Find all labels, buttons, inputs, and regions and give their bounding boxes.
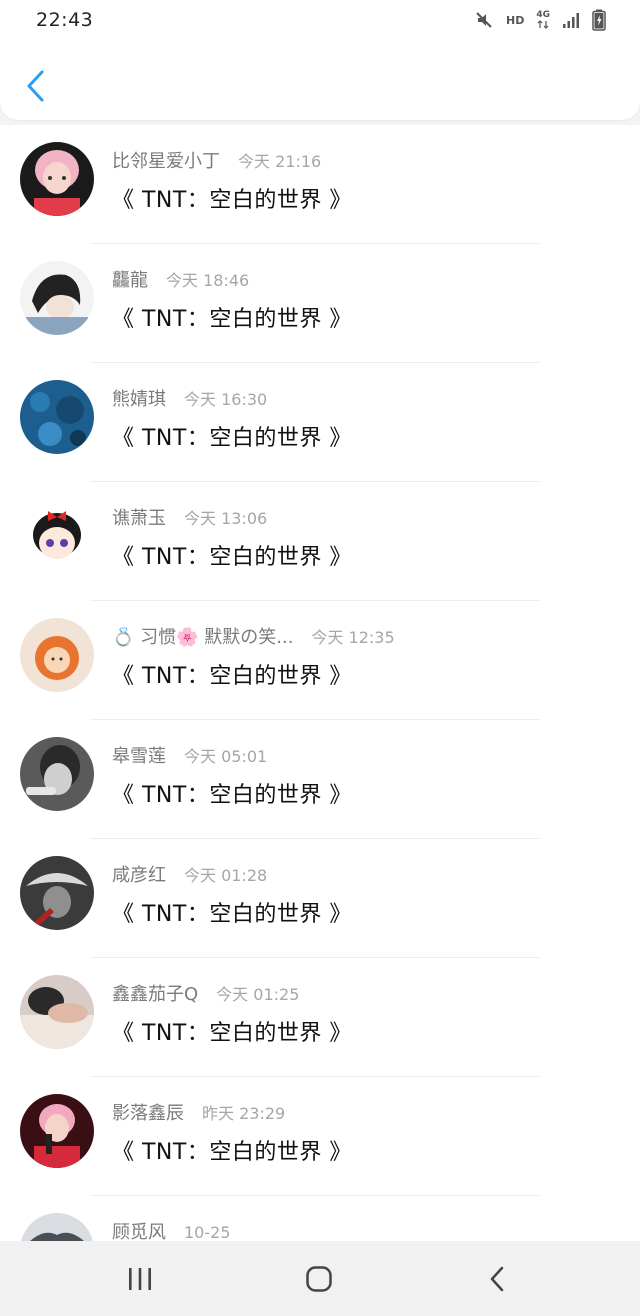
comment-title[interactable]: 《 TNT：空白的世界 》 [112, 1015, 352, 1047]
timestamp: 今天 18:46 [166, 271, 250, 290]
recent-apps-icon [129, 1268, 151, 1290]
recent-apps-button[interactable] [110, 1259, 170, 1299]
signal-icon [562, 11, 580, 29]
hd-label: HD [506, 13, 525, 27]
back-icon [490, 1266, 504, 1292]
timestamp: 今天 16:30 [184, 390, 268, 409]
header: 22:43 HD 4G [0, 0, 640, 120]
comment-title[interactable]: 《 TNT：空白的世界 》 [112, 539, 352, 571]
comment-meta: 谯萧玉 今天 13:06 [112, 504, 267, 532]
back-button[interactable] [20, 66, 50, 106]
list-item[interactable]: 顾觅风 10-25 [0, 1196, 640, 1241]
avatar[interactable] [20, 142, 94, 216]
timestamp: 今天 13:06 [184, 509, 268, 528]
comment-title[interactable]: 《 TNT：空白的世界 》 [112, 1134, 352, 1166]
avatar[interactable] [20, 1094, 94, 1168]
timestamp: 今天 01:28 [184, 866, 268, 885]
user-name[interactable]: 顾觅风 [112, 1218, 166, 1241]
comment-meta: 熊婧琪 今天 16:30 [112, 385, 267, 413]
comment-list[interactable]: 比邻星爱小丁 今天 21:16 《 TNT：空白的世界 》 龘龍 今天 18:4… [0, 125, 640, 1241]
timestamp: 今天 21:16 [238, 152, 322, 171]
user-name[interactable]: 鑫鑫茄子Q [112, 980, 198, 1006]
list-item[interactable]: 影落鑫辰 昨天 23:29 《 TNT：空白的世界 》 [0, 1077, 640, 1196]
comment-meta: 皋雪莲 今天 05:01 [112, 742, 267, 770]
comment-meta: 鑫鑫茄子Q 今天 01:25 [112, 980, 299, 1008]
comment-meta: 咸彦红 今天 01:28 [112, 861, 267, 889]
status-time: 22:43 [36, 9, 94, 31]
mute-icon [474, 10, 494, 30]
user-name[interactable]: 龘龍 [112, 266, 148, 292]
user-name[interactable]: 💍 习惯🌸 默默の笑... [112, 623, 293, 649]
home-button[interactable] [289, 1259, 349, 1299]
status-icons: HD 4G [474, 9, 606, 31]
user-name[interactable]: 咸彦红 [112, 861, 166, 887]
list-item[interactable]: 熊婧琪 今天 16:30 《 TNT：空白的世界 》 [0, 363, 640, 482]
avatar[interactable] [20, 856, 94, 930]
list-item[interactable]: 谯萧玉 今天 13:06 《 TNT：空白的世界 》 [0, 482, 640, 601]
comment-title[interactable]: 《 TNT：空白的世界 》 [112, 182, 352, 214]
timestamp: 今天 12:35 [311, 628, 395, 647]
avatar[interactable] [20, 975, 94, 1049]
timestamp: 今天 05:01 [184, 747, 268, 766]
list-item[interactable]: 咸彦红 今天 01:28 《 TNT：空白的世界 》 [0, 839, 640, 958]
list-item[interactable]: 皋雪莲 今天 05:01 《 TNT：空白的世界 》 [0, 720, 640, 839]
timestamp: 昨天 23:29 [202, 1104, 286, 1123]
home-icon [306, 1266, 332, 1292]
network-indicator: 4G [536, 11, 550, 29]
list-item[interactable]: 💍 习惯🌸 默默の笑... 今天 12:35 《 TNT：空白的世界 》 [0, 601, 640, 720]
user-name[interactable]: 皋雪莲 [112, 742, 166, 768]
comment-title[interactable]: 《 TNT：空白的世界 》 [112, 896, 352, 928]
chevron-left-icon [27, 70, 44, 102]
comment-meta: 💍 习惯🌸 默默の笑... 今天 12:35 [112, 623, 395, 651]
network-label: 4G [536, 10, 550, 20]
avatar[interactable] [20, 1213, 94, 1241]
comment-meta: 龘龍 今天 18:46 [112, 266, 249, 294]
user-name[interactable]: 谯萧玉 [112, 504, 166, 530]
avatar[interactable] [20, 737, 94, 811]
timestamp: 10-25 [184, 1223, 231, 1241]
system-nav-bar [0, 1241, 640, 1316]
status-bar: 22:43 HD 4G [0, 0, 640, 40]
user-name[interactable]: 比邻星爱小丁 [112, 147, 220, 173]
avatar[interactable] [20, 380, 94, 454]
comment-title[interactable]: 《 TNT：空白的世界 》 [112, 658, 352, 690]
comment-meta: 影落鑫辰 昨天 23:29 [112, 1099, 285, 1127]
comment-meta: 顾觅风 10-25 [112, 1218, 231, 1241]
avatar[interactable] [20, 499, 94, 573]
nav-back-button[interactable] [467, 1259, 527, 1299]
user-name[interactable]: 熊婧琪 [112, 385, 166, 411]
comment-title[interactable]: 《 TNT：空白的世界 》 [112, 777, 352, 809]
battery-icon [592, 9, 606, 31]
comment-title[interactable]: 《 TNT：空白的世界 》 [112, 301, 352, 333]
list-item[interactable]: 比邻星爱小丁 今天 21:16 《 TNT：空白的世界 》 [0, 125, 640, 244]
list-item[interactable]: 鑫鑫茄子Q 今天 01:25 《 TNT：空白的世界 》 [0, 958, 640, 1077]
comment-meta: 比邻星爱小丁 今天 21:16 [112, 147, 321, 175]
avatar[interactable] [20, 261, 94, 335]
data-arrows-icon [537, 20, 549, 29]
comment-title[interactable]: 《 TNT：空白的世界 》 [112, 420, 352, 452]
user-name[interactable]: 影落鑫辰 [112, 1099, 184, 1125]
avatar[interactable] [20, 618, 94, 692]
timestamp: 今天 01:25 [216, 985, 300, 1004]
list-item[interactable]: 龘龍 今天 18:46 《 TNT：空白的世界 》 [0, 244, 640, 363]
